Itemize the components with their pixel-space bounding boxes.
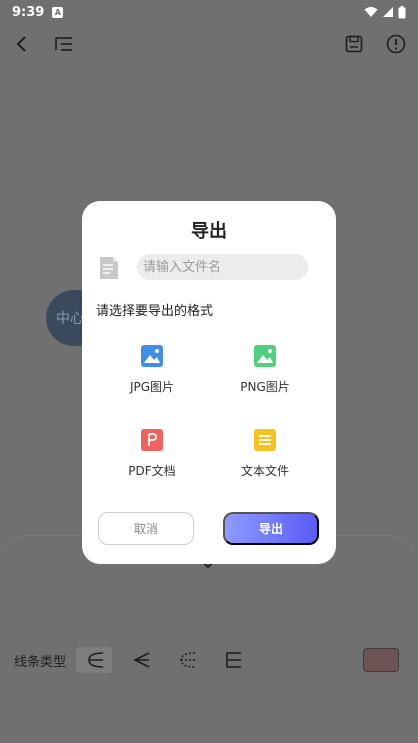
line-type-elbow-option[interactable]	[214, 647, 250, 673]
export-button[interactable]: 导出	[223, 512, 319, 545]
format-option-png[interactable]: PNG图片	[217, 345, 313, 405]
document-icon	[100, 257, 118, 279]
pdf-icon	[141, 429, 163, 451]
line-type-label: 线条类型	[14, 655, 67, 670]
status-icons	[364, 5, 406, 19]
elbow-line-icon	[226, 652, 241, 668]
format-option-text[interactable]: 文本文件	[217, 429, 313, 489]
outline-button[interactable]	[50, 28, 78, 60]
line-type-curved-option[interactable]	[76, 647, 112, 673]
text-file-icon	[254, 429, 276, 451]
image-icon	[141, 345, 163, 367]
info-button[interactable]	[382, 28, 410, 60]
line-type-row: 线条类型	[0, 644, 418, 676]
center-node-label: 中心	[56, 311, 84, 327]
format-prompt: 请选择要导出的格式	[96, 304, 214, 319]
info-icon	[386, 34, 406, 54]
back-button[interactable]	[8, 28, 36, 60]
status-bar: 9:39 A	[0, 0, 418, 24]
save-icon	[345, 35, 363, 53]
signal-icon	[383, 7, 393, 17]
save-button[interactable]	[340, 28, 368, 60]
dashed-line-icon	[180, 652, 196, 668]
straight-line-icon	[133, 652, 150, 668]
filename-input[interactable]	[137, 254, 308, 280]
format-label: PNG图片	[240, 380, 290, 394]
wifi-icon	[364, 7, 378, 17]
notification-badge: A	[52, 6, 64, 18]
format-option-jpg[interactable]: JPG图片	[104, 345, 200, 405]
format-option-pdf[interactable]: PDF文档	[104, 429, 200, 489]
status-time: 9:39	[12, 4, 45, 20]
export-dialog: 导出 请选择要导出的格式 JPG图片 PNG图片 PDF文档	[82, 201, 336, 564]
cancel-button[interactable]: 取消	[98, 512, 194, 545]
line-type-straight-option[interactable]	[122, 647, 158, 673]
line-type-dashed-option[interactable]	[168, 647, 204, 673]
format-label: PDF文档	[128, 464, 176, 478]
outline-list-icon	[55, 37, 72, 51]
format-label: 文本文件	[240, 464, 289, 478]
curved-line-icon	[88, 652, 104, 668]
dialog-title: 导出	[191, 221, 227, 242]
line-color-swatch[interactable]	[363, 648, 399, 672]
chevron-left-icon	[16, 36, 26, 52]
top-toolbar	[0, 28, 418, 60]
battery-icon	[398, 5, 406, 18]
format-label: JPG图片	[129, 380, 175, 394]
image-icon	[254, 345, 276, 367]
